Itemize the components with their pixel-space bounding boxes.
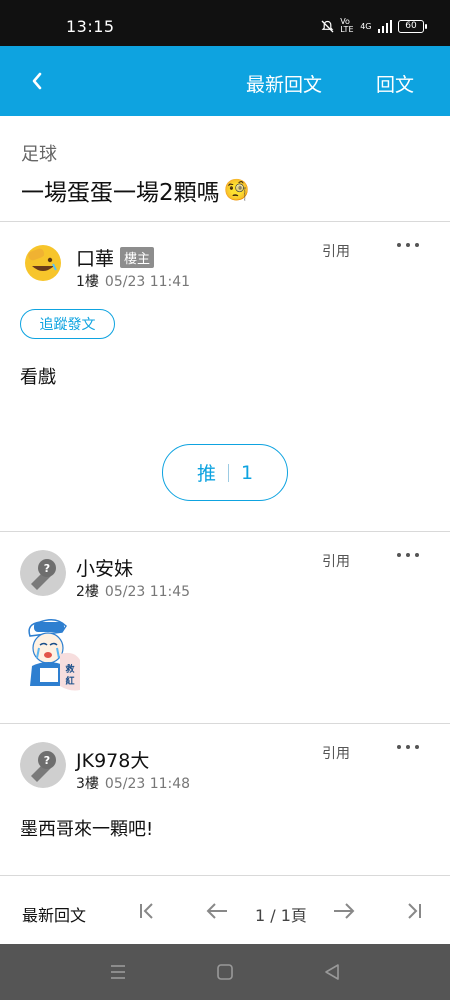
post-body: 看戲 <box>20 367 56 388</box>
back-button[interactable] <box>20 64 54 98</box>
more-options-icon[interactable] <box>397 741 419 753</box>
status-bar: 13:15 Vo LTE 4G 60 <box>0 0 450 46</box>
latest-replies-button[interactable]: 最新回文 <box>246 70 322 97</box>
thread-title-text: 一場蛋蛋一場2顆嗎 <box>21 180 220 206</box>
post-meta: 2樓 05/23 11:45 <box>76 581 190 601</box>
svg-text:?: ? <box>44 562 50 575</box>
post-time: 05/23 11:41 <box>104 274 191 290</box>
status-time: 13:15 <box>66 17 115 36</box>
arrow-left-icon <box>206 903 227 919</box>
app-bar: 最新回文 回文 <box>0 46 450 116</box>
network-label: 4G <box>360 21 372 31</box>
first-page-button[interactable] <box>133 898 161 924</box>
post-time: 05/23 11:45 <box>104 584 191 600</box>
post-time: 05/23 11:48 <box>104 776 191 792</box>
author-name-row: 口華 樓主 <box>76 244 155 271</box>
author-name-row: JK978大 <box>76 746 149 773</box>
push-divider <box>227 463 229 482</box>
sticker-caption-2: 紅 <box>65 675 74 687</box>
home-key[interactable] <box>215 962 235 982</box>
sticker-image[interactable]: 救 紅 <box>24 616 82 694</box>
mute-icon <box>321 20 334 32</box>
post-meta: 3樓 05/23 11:48 <box>76 773 190 793</box>
arrow-right-icon <box>334 903 355 919</box>
chevron-left-icon <box>32 72 42 90</box>
status-icons: Vo LTE 4G 60 <box>321 17 427 34</box>
op-badge: 樓主 <box>120 247 155 268</box>
author-avatar[interactable]: ? <box>20 550 66 596</box>
menu-key[interactable] <box>108 962 128 982</box>
post-item: ? JK978大 3樓 05/23 11:48 引用 墨西哥來一顆吧! <box>0 724 450 876</box>
page-indicator[interactable]: 1 / 1頁 <box>255 902 307 926</box>
last-page-button[interactable] <box>400 898 428 924</box>
follow-posts-button[interactable]: 追蹤發文 <box>20 309 115 339</box>
battery-level: 60 <box>405 20 417 31</box>
first-page-icon <box>140 903 153 919</box>
post-floor: 1樓 <box>76 274 99 290</box>
author-name[interactable]: JK978大 <box>76 746 149 773</box>
face-palm-emoji-avatar <box>25 245 61 281</box>
system-back-key[interactable] <box>322 962 342 982</box>
more-options-icon[interactable] <box>397 239 419 251</box>
default-avatar-icon: ? <box>20 742 66 788</box>
battery-icon: 60 <box>398 19 427 33</box>
author-name-row: 小安妹 <box>76 554 133 581</box>
bottom-pager: 最新回文 1 / 1頁 <box>0 876 450 944</box>
home-square-icon <box>217 964 233 980</box>
push-count: 1 <box>240 461 254 484</box>
author-name[interactable]: 小安妹 <box>76 554 133 581</box>
post-item: ? 小安妹 2樓 05/23 11:45 引用 救 紅 <box>0 532 450 724</box>
back-triangle-icon <box>325 964 339 980</box>
menu-icon <box>111 965 125 979</box>
post-floor: 3樓 <box>76 776 99 792</box>
thread-header: 足球 一場蛋蛋一場2顆嗎 🧐 <box>0 116 450 222</box>
author-avatar[interactable]: ? <box>20 742 66 788</box>
pager-latest-replies-button[interactable]: 最新回文 <box>22 902 86 926</box>
quote-button[interactable]: 引用 <box>322 241 350 261</box>
sticker-caption-1: 救 <box>65 663 75 675</box>
system-navigation-bar <box>0 944 450 1000</box>
author-name[interactable]: 口華 <box>76 244 114 271</box>
signal-icon <box>377 19 392 33</box>
last-page-icon <box>408 903 421 919</box>
post-item: 口華 樓主 1樓 05/23 11:41 引用 追蹤發文 看戲 推 1 <box>0 222 450 532</box>
monocle-emoji-icon: 🧐 <box>223 177 250 202</box>
next-page-button[interactable] <box>330 898 358 924</box>
quote-button[interactable]: 引用 <box>322 743 350 763</box>
more-options-icon[interactable] <box>397 549 419 561</box>
push-button[interactable]: 推 1 <box>162 444 288 501</box>
author-avatar[interactable] <box>20 240 66 286</box>
thread-title: 一場蛋蛋一場2顆嗎 🧐 <box>21 173 250 207</box>
reply-button[interactable]: 回文 <box>376 70 414 97</box>
volte-label: Vo LTE <box>340 17 354 34</box>
post-floor: 2樓 <box>76 584 99 600</box>
previous-page-button[interactable] <box>203 898 231 924</box>
post-body: 墨西哥來一顆吧! <box>20 819 154 840</box>
board-name[interactable]: 足球 <box>21 140 57 166</box>
quote-button[interactable]: 引用 <box>322 551 350 571</box>
push-label: 推 <box>196 463 216 485</box>
svg-text:?: ? <box>44 754 50 767</box>
crying-character-sticker-icon: 救 紅 <box>28 619 80 691</box>
default-avatar-icon: ? <box>20 550 66 596</box>
post-meta: 1樓 05/23 11:41 <box>76 271 190 291</box>
